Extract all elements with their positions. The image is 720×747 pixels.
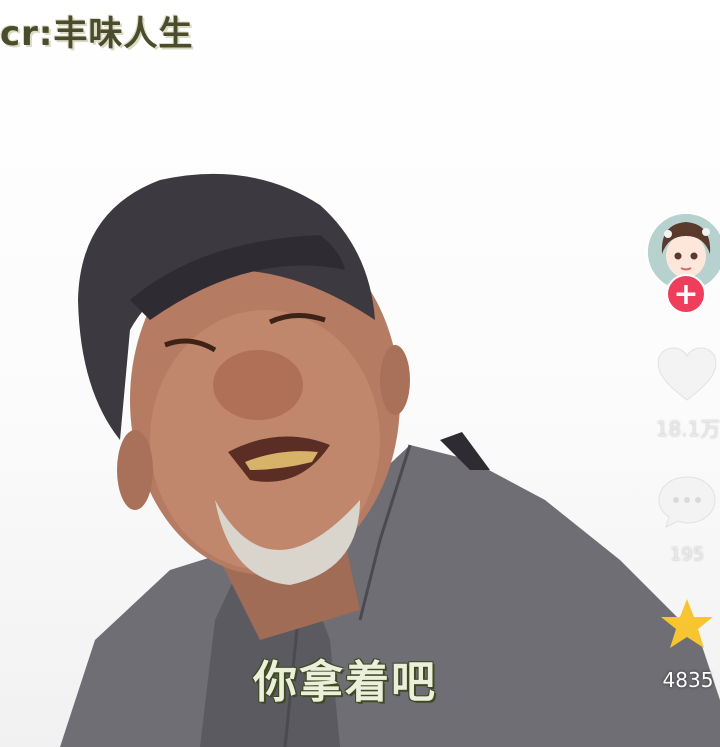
comment-icon[interactable] — [656, 474, 718, 530]
video-frame[interactable] — [0, 0, 720, 747]
like-count: 18.1万 — [655, 417, 720, 441]
star-icon[interactable] — [658, 596, 716, 654]
follow-button[interactable]: + — [666, 274, 706, 314]
watermark: cr:丰味人生 — [0, 14, 194, 54]
subtitle-caption: 你拿着吧 — [253, 657, 437, 708]
heart-icon[interactable] — [656, 346, 718, 402]
action-rail: + 18.1万 195 4835 — [620, 208, 720, 728]
favorite-count: 4835 — [662, 668, 714, 692]
comment-count: 195 — [669, 544, 705, 565]
video-scene — [60, 173, 720, 747]
